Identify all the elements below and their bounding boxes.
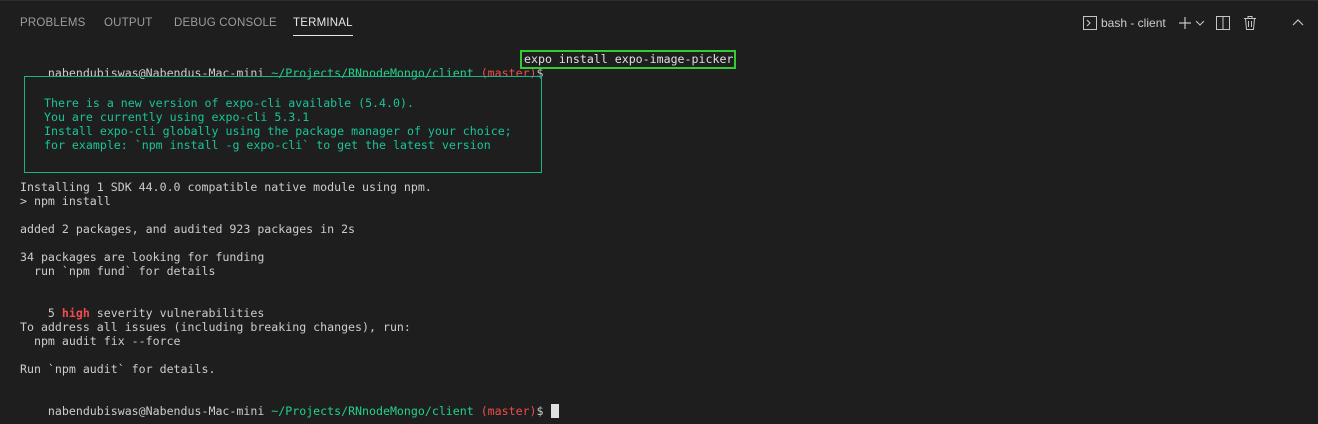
terminal-cursor [550,404,559,418]
prompt-branch: (master) [473,404,537,418]
chevron-up-icon[interactable] [1292,14,1304,32]
command-text: expo install expo-image-picker [524,52,734,66]
vulnerability-line: 5 high severity vulnerabilities [20,292,264,320]
tab-terminal-label: TERMINAL [293,17,353,29]
panel-header: PROBLEMS OUTPUT DEBUG CONSOLE TERMINAL b… [0,0,1318,44]
tab-terminal[interactable]: TERMINAL [293,15,353,36]
trash-icon[interactable] [1243,14,1257,32]
notice-line: Install expo-cli globally using the pack… [44,124,512,138]
prompt-user: nabendubiswas@Nabendus-Mac-mini [47,404,265,418]
notice-line: You are currently using expo-cli 5.3.1 [44,110,310,124]
tab-debug-console[interactable]: DEBUG CONSOLE [174,15,277,31]
output-line: Run `npm audit` for details. [20,362,216,376]
plus-icon[interactable] [1178,14,1192,32]
notice-line: There is a new version of expo-cli avail… [44,96,414,110]
output-line: 34 packages are looking for funding [20,250,265,264]
output-line: To address all issues (including breakin… [20,320,411,334]
tab-output[interactable]: OUTPUT [104,15,152,31]
output-line: added 2 packages, and audited 923 packag… [20,222,356,236]
terminal-selector[interactable]: bash - client [1101,16,1166,30]
notice-line: for example: `npm install -g expo-cli` t… [44,138,491,152]
chevron-down-icon[interactable] [1195,14,1205,32]
vuln-suffix: severity vulnerabilities [89,306,265,320]
prompt-path: ~/Projects/RNnodeMongo/client [264,404,474,418]
prompt-line: nabendubiswas@Nabendus-Mac-mini ~/Projec… [20,390,559,418]
output-line: npm audit fix --force [20,334,181,348]
vuln-count: 5 [47,306,62,320]
terminal-icon[interactable] [1083,14,1097,32]
prompt-line: nabendubiswas@Nabendus-Mac-mini ~/Projec… [20,52,551,80]
split-icon[interactable] [1216,14,1230,32]
tab-active-indicator [293,35,353,36]
vuln-severity: high [61,306,90,320]
output-line: Installing 1 SDK 44.0.0 compatible nativ… [20,180,432,194]
output-line: run `npm fund` for details [20,264,216,278]
tab-problems[interactable]: PROBLEMS [20,15,86,31]
output-line: > npm install [20,194,111,208]
prompt-symbol: $ [536,404,551,418]
